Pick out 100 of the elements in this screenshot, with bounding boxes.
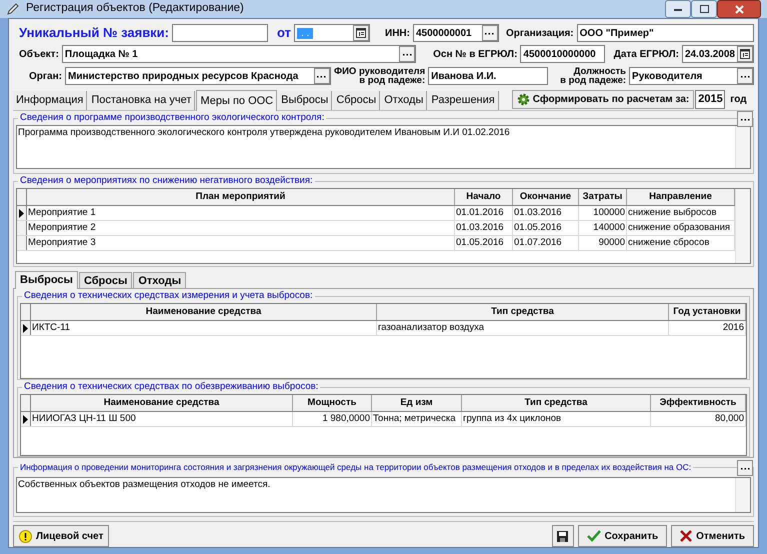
text-field[interactable]: 4500000001 [412,24,499,42]
scrollbar[interactable] [735,126,750,168]
table-cell: 1 980,0000 [293,412,372,426]
cancel-button[interactable]: Отменить [671,525,754,547]
text-field[interactable]: Руководителя [629,67,754,85]
tab[interactable]: Информация [13,91,88,110]
column-header[interactable]: Год установки [669,304,746,320]
year-field[interactable]: 2015 [695,90,726,109]
table-cell: газоанализатор воздуха [377,321,669,335]
table-cell: 01.03.2016 [513,206,579,220]
current-row-icon [19,208,24,218]
calendar-button[interactable] [353,25,369,41]
row-header[interactable] [17,206,27,220]
field-label: Орган: [29,70,62,84]
text-field[interactable]: Министерство природных ресурсов Краснода [64,67,331,85]
column-header[interactable]: Начало [455,189,513,205]
table-cell: Тонна; метрическа [372,412,462,426]
table-cell: Мероприятие 3 [27,236,455,250]
current-row-icon [23,324,28,332]
browse-button[interactable] [737,111,753,127]
generate-button[interactable]: Сформировать по расчетам за: [512,90,694,109]
browse-button[interactable] [399,46,416,62]
group-legend: Сведения о технических средствах по обезвреживанию выбросов: [22,381,320,393]
field-label: Объект: [19,48,59,62]
table-cell: 01.05.2016 [455,236,513,250]
text-field[interactable]: 4500010000000 [520,45,605,63]
field-label: Должность в род падеже: [560,67,626,85]
field-label: ФИО руководителя в род падеже: [334,67,426,85]
pencil-icon [6,2,20,16]
tab[interactable]: Меры по ООС [196,90,278,111]
group-legend: Сведения о программе производственного экологического контроля: [18,112,326,124]
browse-button[interactable] [737,68,753,84]
table-cell: Мероприятие 2 [27,221,455,235]
browse-button[interactable] [737,460,753,476]
row-header[interactable] [21,412,31,426]
field-label: ИНН: [385,26,410,40]
column-header[interactable]: Наименование средства [31,304,377,320]
account-button[interactable]: Лицевой счет [13,525,110,547]
browse-button[interactable] [314,68,330,84]
input-field[interactable] [172,24,268,42]
table-cell: группа из 4х циклонов [462,412,651,426]
cross-icon [680,530,692,542]
tab[interactable]: Сбросы [78,272,132,288]
ellipsis-icon [402,52,412,56]
field-label: Уникальный № заявки: [19,24,170,42]
table-cell: 140000 [579,221,627,235]
tab[interactable]: Разрешения [428,91,499,110]
program-text: Программа производственного экологического контроля утверждена руководителем Ивановым И.И 01.02.2016 [17,126,511,140]
group-legend: Сведения о технических средствах измерения и учета выбросов: [22,290,315,302]
table-cell: ИКТС-11 [31,321,377,335]
calendar-button[interactable] [737,46,753,62]
close-icon [734,4,744,14]
save-button[interactable]: Сохранить [578,525,668,547]
tab[interactable]: Отходы [133,272,186,288]
column-header[interactable]: Окончание [513,189,579,205]
column-header[interactable]: Мощность [293,395,372,411]
table-cell: 01.07.2016 [513,236,579,250]
field-label: Осн № в ЕГРЮЛ: [433,48,518,62]
scrollbar[interactable] [735,189,750,263]
field-label: Организация: [506,26,574,40]
ellipsis-icon [740,118,750,120]
maximize-icon [700,5,708,13]
column-header[interactable]: Тип средства [462,395,651,411]
check-icon [586,530,601,542]
tab[interactable]: Выбросы [15,271,78,289]
text-field[interactable]: ООО "Пример" [576,24,754,42]
row-header[interactable] [21,321,31,335]
text-field[interactable]: 24.03.2008 [682,45,754,63]
close-button[interactable] [717,0,761,18]
scrollbar[interactable] [735,478,750,512]
maximize-button[interactable] [691,0,717,18]
column-header[interactable]: Ед изм [372,395,462,411]
year-unit: год [730,93,747,107]
tab[interactable]: Выбросы [278,91,332,110]
field-label: от [277,24,291,42]
column-header[interactable]: Тип средства [377,304,669,320]
tab[interactable]: Сбросы [333,91,380,110]
column-header[interactable]: План мероприятий [27,189,455,205]
table-cell: Мероприятие 1 [27,206,455,220]
save-disk-button[interactable] [552,525,574,547]
table-cell: 01.05.2016 [513,221,579,235]
window-title: Регистрация объектов (Редактирование) [26,1,244,16]
tab[interactable]: Постановка на учет [88,91,196,110]
minimize-button[interactable] [665,0,691,18]
text-area[interactable]: Собственных объектов размещения отходов не имеется. [16,477,751,513]
text-area[interactable]: Программа производственного экологического контроля утверждена руководителем Ивановым И.И 01.02.2016 [16,125,751,169]
table-cell: 90000 [579,236,627,250]
gear-icon [516,93,530,106]
text-field[interactable]: Иванова И.И. [428,67,548,85]
group-legend: Информация о проведении мониторинга состояния и загрязнения окружающей среды на территории объектов размещения отходов и в пределах их воздействия на ОС: [18,461,694,473]
column-header[interactable]: Затраты [579,189,627,205]
browse-button[interactable] [482,25,498,41]
tab[interactable]: Отходы [381,91,428,110]
warning-icon [19,530,32,542]
text-field[interactable]: Площадка № 1 [62,45,416,63]
current-row-icon [23,414,28,424]
column-header[interactable]: Эффективность [651,395,746,411]
group-legend: Сведения о мероприятиях по снижению негативного воздействия: [18,175,315,187]
column-header[interactable]: Наименование средства [31,395,293,411]
table-cell: 01.03.2016 [455,221,513,235]
